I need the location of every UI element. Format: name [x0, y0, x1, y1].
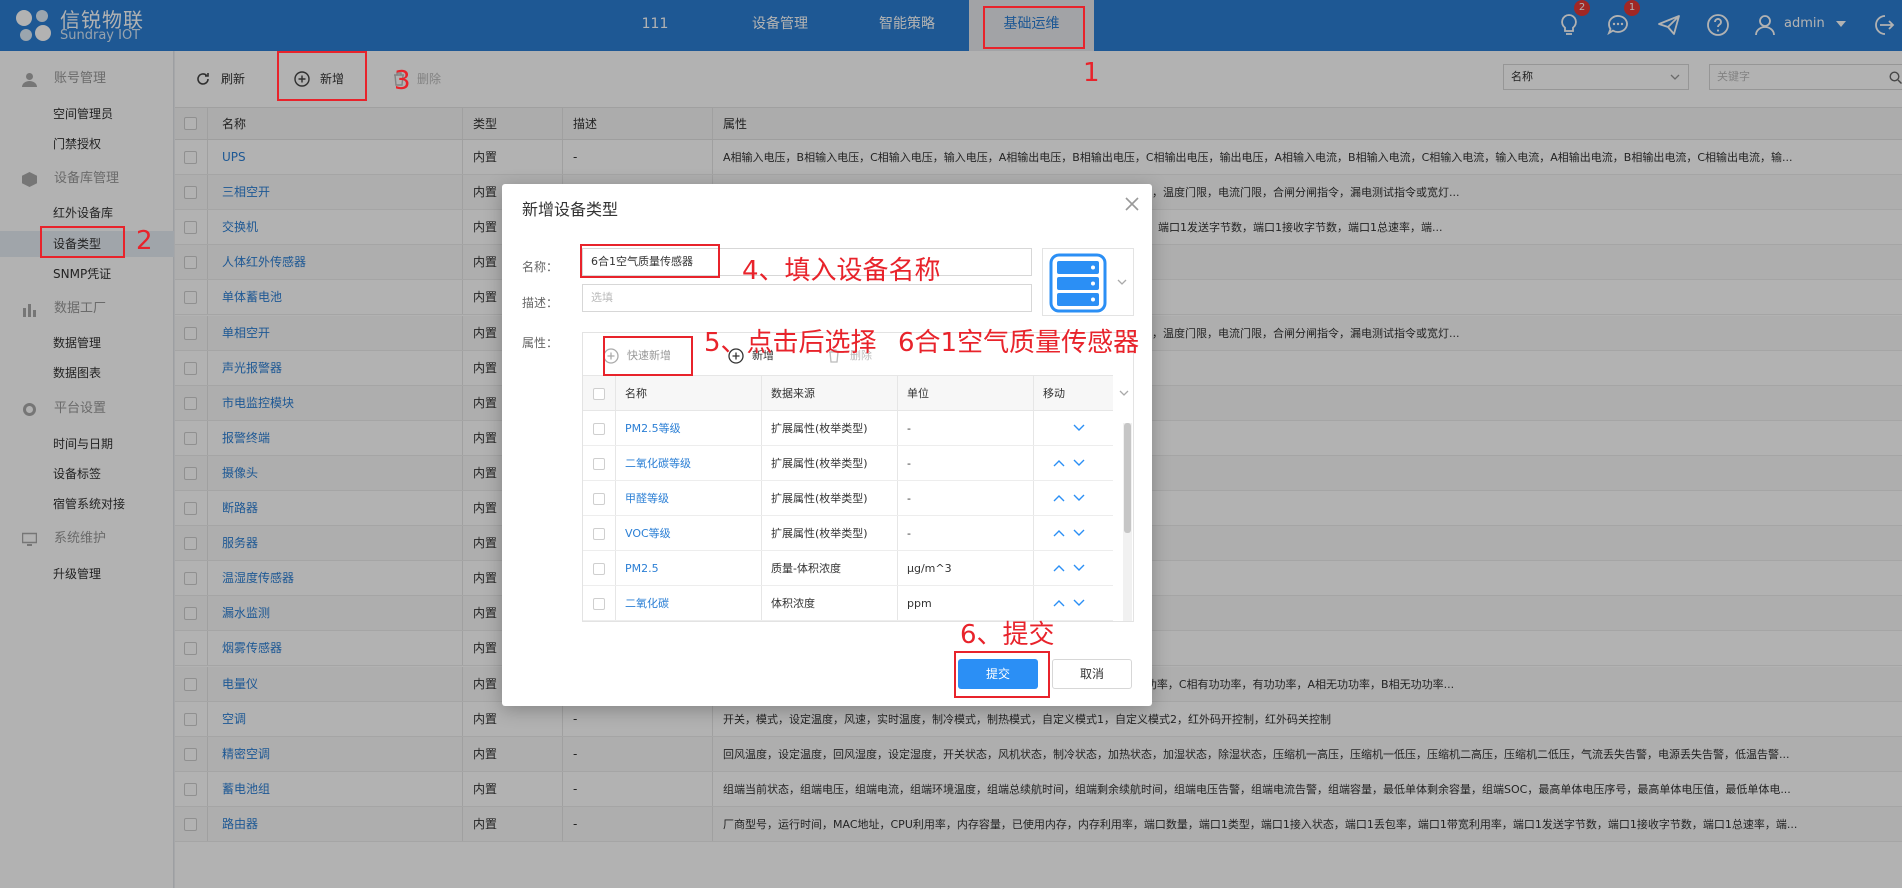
attr-row-source: 体积浓度 [771, 597, 815, 610]
attr-row-checkbox[interactable] [593, 458, 605, 470]
attr-row-unit: - [907, 527, 911, 540]
move-up-icon[interactable] [1053, 563, 1065, 573]
attr-row-unit: - [907, 492, 911, 505]
close-icon[interactable] [1122, 194, 1142, 214]
device-icon-picker[interactable] [1042, 248, 1134, 316]
attr-label: 属性： [522, 336, 559, 350]
annotation-5b: 6合1空气质量传感器 [898, 328, 1140, 358]
attr-row-checkbox[interactable] [593, 493, 605, 505]
move-up-icon[interactable] [1053, 598, 1065, 608]
attr-row[interactable]: PM2.5 质量-体积浓度 μg/m^3 [583, 551, 1113, 586]
attr-col-unit: 单位 [907, 387, 929, 400]
move-up-icon[interactable] [1053, 493, 1065, 503]
attr-row-name[interactable]: 二氧化碳 [625, 586, 669, 620]
annotation-6: 6、提交 [960, 620, 1055, 650]
attr-row-unit: - [907, 422, 911, 435]
attr-select-all[interactable] [593, 388, 605, 400]
annotation-4: 4、填入设备名称 [742, 256, 941, 286]
desc-label: 描述： [522, 296, 559, 310]
attr-row-checkbox[interactable] [593, 423, 605, 435]
server-icon [1049, 253, 1107, 313]
submit-button[interactable]: 提交 [958, 659, 1038, 689]
attr-row-name[interactable]: PM2.5 [625, 551, 659, 585]
attr-scrollbar[interactable] [1123, 423, 1132, 621]
attr-row-unit: μg/m^3 [907, 562, 952, 575]
chevron-down-icon [1117, 279, 1127, 285]
attr-col-name: 名称 [625, 387, 647, 400]
annotation-1: 1 [1083, 58, 1100, 88]
move-down-icon[interactable] [1073, 458, 1085, 468]
attr-col-move: 移动 [1043, 387, 1065, 400]
move-down-icon[interactable] [1073, 563, 1085, 573]
attr-row[interactable]: 甲醛等级 扩展属性(枚举类型) - [583, 481, 1113, 516]
attr-row-checkbox[interactable] [593, 598, 605, 610]
attribute-panel: 快速新增 新增 删除 名称 数据来源 单位 移动 PM2.5等级 扩展属性(枚举类… [582, 332, 1134, 622]
attr-row[interactable]: PM2.5等级 扩展属性(枚举类型) - [583, 411, 1113, 446]
attr-row-checkbox[interactable] [593, 528, 605, 540]
attr-row-name[interactable]: 二氧化碳等级 [625, 446, 691, 480]
chevron-down-icon[interactable] [1119, 390, 1129, 397]
annotation-2: 2 [136, 226, 153, 256]
move-down-icon[interactable] [1073, 598, 1085, 608]
attr-row-source: 扩展属性(枚举类型) [771, 492, 868, 505]
move-down-icon[interactable] [1073, 493, 1085, 503]
attr-row-checkbox[interactable] [593, 563, 605, 575]
move-down-icon[interactable] [1073, 528, 1085, 538]
plus-circle-icon [603, 348, 619, 364]
attr-row-unit: - [907, 457, 911, 470]
desc-input[interactable]: 选填 [582, 284, 1032, 312]
attr-row-source: 扩展属性(枚举类型) [771, 527, 868, 540]
quick-add-button[interactable]: 快速新增 [603, 345, 693, 367]
attr-col-source: 数据来源 [771, 387, 815, 400]
attr-row-name[interactable]: 甲醛等级 [625, 481, 669, 515]
annotation-5: 5、点击后选择 [704, 328, 877, 358]
attr-row[interactable]: VOC等级 扩展属性(枚举类型) - [583, 516, 1113, 551]
name-label: 名称： [522, 260, 559, 274]
annotation-3: 3 [394, 66, 411, 96]
move-up-icon[interactable] [1053, 458, 1065, 468]
attr-row-name[interactable]: PM2.5等级 [625, 411, 681, 445]
cancel-button[interactable]: 取消 [1052, 659, 1132, 689]
attr-table-header: 名称 数据来源 单位 移动 [583, 375, 1129, 411]
attr-row-unit: ppm [907, 597, 932, 610]
attr-row[interactable]: 二氧化碳等级 扩展属性(枚举类型) - [583, 446, 1113, 481]
attr-row-source: 扩展属性(枚举类型) [771, 422, 868, 435]
attr-row-source: 扩展属性(枚举类型) [771, 457, 868, 470]
attr-row-name[interactable]: VOC等级 [625, 516, 671, 550]
attr-scrollbar-thumb[interactable] [1124, 423, 1131, 533]
dialog-title: 新增设备类型 [522, 200, 619, 219]
move-down-icon[interactable] [1073, 423, 1085, 433]
attr-row-source: 质量-体积浓度 [771, 562, 841, 575]
move-up-icon[interactable] [1053, 528, 1065, 538]
